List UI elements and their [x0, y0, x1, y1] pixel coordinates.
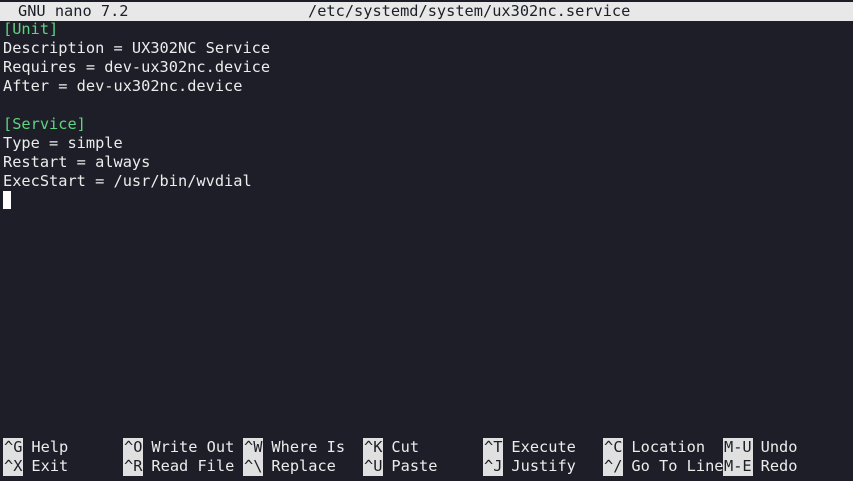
shortcut-key: ^X — [3, 457, 24, 476]
shortcut-label: Read File — [151, 457, 235, 475]
shortcut-label: Go To Line — [631, 457, 724, 475]
shortcut-row-1: ^G Help ^O Write Out ^W Where Is ^K Cut ^T Ex… — [0, 438, 853, 457]
shortcut-key: ^U — [363, 457, 384, 476]
editor-area[interactable]: [Unit] Description = UX302NC Service Req… — [3, 20, 270, 210]
shortcut-label: Execute — [511, 438, 576, 456]
editor-line-section-service[interactable]: [Service] — [3, 115, 270, 134]
shortcut-key: ^O — [123, 438, 144, 457]
editor-line-after[interactable]: After = dev-ux302nc.device — [3, 77, 270, 96]
shortcut-read-file[interactable]: ^R Read File — [123, 457, 234, 476]
shortcut-label: Justify — [511, 457, 576, 475]
shortcut-help-bar: ^G Help ^O Write Out ^W Where Is ^K Cut ^T Ex… — [0, 438, 853, 476]
shortcut-exit[interactable]: ^X Exit — [3, 457, 68, 476]
shortcut-key: ^\ — [243, 457, 264, 476]
shortcut-label: Write Out — [151, 438, 235, 456]
shortcut-execute[interactable]: ^T Execute — [483, 438, 576, 457]
shortcut-key: ^J — [483, 457, 504, 476]
shortcut-key: M-U — [723, 438, 753, 457]
shortcut-label: Exit — [31, 457, 69, 475]
shortcut-key: M-E — [723, 457, 753, 476]
shortcut-label: Paste — [391, 457, 438, 475]
shortcut-key: ^K — [363, 438, 384, 457]
shortcut-where-is[interactable]: ^W Where Is — [243, 438, 345, 457]
editor-line-cursor[interactable] — [3, 191, 270, 210]
editor-line-description[interactable]: Description = UX302NC Service — [3, 39, 270, 58]
editor-line-type[interactable]: Type = simple — [3, 134, 270, 153]
shortcut-justify[interactable]: ^J Justify — [483, 457, 576, 476]
editor-line-blank[interactable] — [3, 96, 270, 115]
shortcut-label: Replace — [271, 457, 336, 475]
shortcut-go-to-line[interactable]: ^/ Go To Line — [603, 457, 724, 476]
shortcut-key: ^C — [603, 438, 624, 457]
text-cursor — [3, 191, 11, 209]
shortcut-redo[interactable]: M-E Redo — [723, 457, 797, 476]
shortcut-undo[interactable]: M-U Undo — [723, 438, 797, 457]
shortcut-key: ^/ — [603, 457, 624, 476]
shortcut-replace[interactable]: ^\ Replace — [243, 457, 336, 476]
shortcut-cut[interactable]: ^K Cut — [363, 438, 419, 457]
shortcut-key: ^G — [3, 438, 24, 457]
nano-version: GNU nano 7.2 — [18, 2, 129, 20]
shortcut-help[interactable]: ^G Help — [3, 438, 68, 457]
shortcut-write-out[interactable]: ^O Write Out — [123, 438, 234, 457]
shortcut-key: ^T — [483, 438, 504, 457]
shortcut-label: Location — [631, 438, 706, 456]
shortcut-key: ^R — [123, 457, 144, 476]
shortcut-label: Help — [31, 438, 69, 456]
editor-line-section-unit[interactable]: [Unit] — [3, 20, 270, 39]
file-path: /etc/systemd/system/ux302nc.service — [308, 2, 631, 20]
shortcut-label: Undo — [760, 438, 798, 456]
shortcut-label: Cut — [391, 438, 420, 456]
shortcut-row-2: ^X Exit ^R Read File ^\ Replace ^U Paste ^J J… — [0, 457, 853, 476]
shortcut-label: Redo — [760, 457, 798, 475]
title-bar: GNU nano 7.2 /etc/systemd/system/ux302nc… — [0, 2, 853, 21]
editor-line-restart[interactable]: Restart = always — [3, 153, 270, 172]
shortcut-key: ^W — [243, 438, 264, 457]
editor-line-requires[interactable]: Requires = dev-ux302nc.device — [3, 58, 270, 77]
shortcut-label: Where Is — [271, 438, 346, 456]
editor-line-execstart[interactable]: ExecStart = /usr/bin/wvdial — [3, 172, 270, 191]
shortcut-location[interactable]: ^C Location — [603, 438, 705, 457]
shortcut-paste[interactable]: ^U Paste — [363, 457, 437, 476]
